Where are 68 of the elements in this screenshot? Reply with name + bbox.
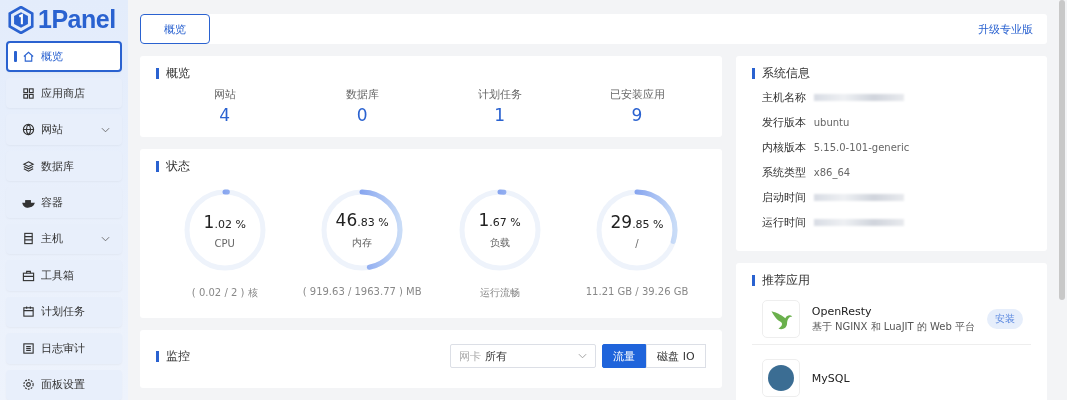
sidebar-item[interactable]: 网站	[6, 114, 122, 145]
sidebar-item[interactable]: 应用商店	[6, 77, 122, 109]
stat-label: 计划任务	[477, 87, 522, 102]
server-icon	[22, 232, 35, 246]
calendar-icon	[22, 305, 35, 319]
gauge-value: 1.02 %	[203, 211, 246, 232]
chevron-down-icon	[101, 235, 110, 242]
sidebar-item[interactable]: 数据库	[6, 150, 122, 182]
chevron-down-icon	[578, 353, 588, 359]
app-name: OpenResty	[811, 304, 873, 318]
upgrade-link[interactable]: 升级专业版	[978, 21, 1033, 37]
card-title: 状态	[156, 161, 706, 172]
stat-value[interactable]: 9	[631, 105, 643, 125]
card-title: 监控	[156, 350, 190, 362]
info-label: 运行时间	[761, 215, 806, 230]
sidebar-item[interactable]: 容器	[6, 187, 122, 218]
app-logo-icon	[767, 365, 794, 391]
info-value: 5.15.0-101-generic	[813, 142, 910, 153]
stat-value[interactable]: 1	[494, 105, 505, 125]
globe-icon	[22, 123, 35, 137]
info-label: 系统类型	[761, 165, 806, 180]
gauge-detail: ( 0.02 / 2 ) 核	[191, 286, 258, 300]
stat-label: 网站	[213, 87, 236, 102]
gauge-detail: 运行流畅	[479, 286, 520, 300]
sidebar-item[interactable]: 面板设置	[6, 369, 122, 400]
hexagon-logo-icon	[8, 5, 34, 34]
sidebar-item[interactable]: 主机	[6, 223, 122, 255]
app-name: MySQL	[811, 371, 851, 385]
segment-button[interactable]: 磁盘 IO	[646, 344, 706, 368]
info-value: ubuntu	[813, 117, 850, 128]
app-description: 基于 NGINX 和 LuaJIT 的 Web 平台	[811, 319, 975, 334]
info-label: 主机名称	[761, 90, 806, 105]
stat-value[interactable]: 0	[356, 105, 368, 125]
nic-select[interactable]: 网卡 所有	[450, 344, 597, 368]
sidebar-item[interactable]: 概览	[6, 41, 122, 72]
stat-label: 数据库	[345, 87, 379, 102]
segment-button[interactable]: 流量	[602, 344, 647, 368]
stat-label: 已安装应用	[609, 87, 665, 102]
chevron-down-icon	[101, 126, 110, 133]
grid-icon	[22, 86, 35, 100]
stat-value[interactable]: 4	[219, 105, 231, 125]
info-value: x86_64	[813, 167, 851, 178]
info-label: 启动时间	[761, 190, 806, 205]
home-icon	[22, 50, 35, 64]
toolbox-icon	[22, 268, 35, 282]
gauge-value: 29.85 %	[610, 211, 664, 232]
gauge-value: 46.83 %	[335, 210, 389, 230]
gauge-label: 内存	[352, 236, 373, 250]
sidebar-item[interactable]: 工具箱	[6, 260, 122, 291]
gauge-detail: ( 919.63 / 1963.77 ) MB	[302, 286, 422, 297]
gauge-detail: 11.21 GB / 39.26 GB	[585, 286, 689, 297]
list-icon	[22, 341, 35, 355]
app-logo-text: 1Panel	[38, 5, 116, 35]
sidebar-item[interactable]: 日志审计	[6, 333, 122, 364]
info-label: 发行版本	[761, 115, 806, 130]
gauge-value: 1.67 %	[478, 210, 521, 230]
gauge-label: 负载	[489, 236, 510, 250]
tab[interactable]: 概览	[140, 14, 210, 44]
scrollbar[interactable]	[1059, 0, 1065, 300]
card-title: 概览	[156, 68, 706, 79]
layers-icon	[22, 159, 35, 173]
gauge-label: /	[635, 237, 639, 249]
sidebar-item[interactable]: 计划任务	[6, 296, 122, 328]
settings-icon	[22, 378, 35, 392]
gauge-label: CPU	[214, 237, 235, 249]
card-title: 系统信息	[751, 68, 1031, 79]
info-label: 内核版本	[761, 140, 806, 155]
card-title: 推荐应用	[751, 275, 1031, 286]
